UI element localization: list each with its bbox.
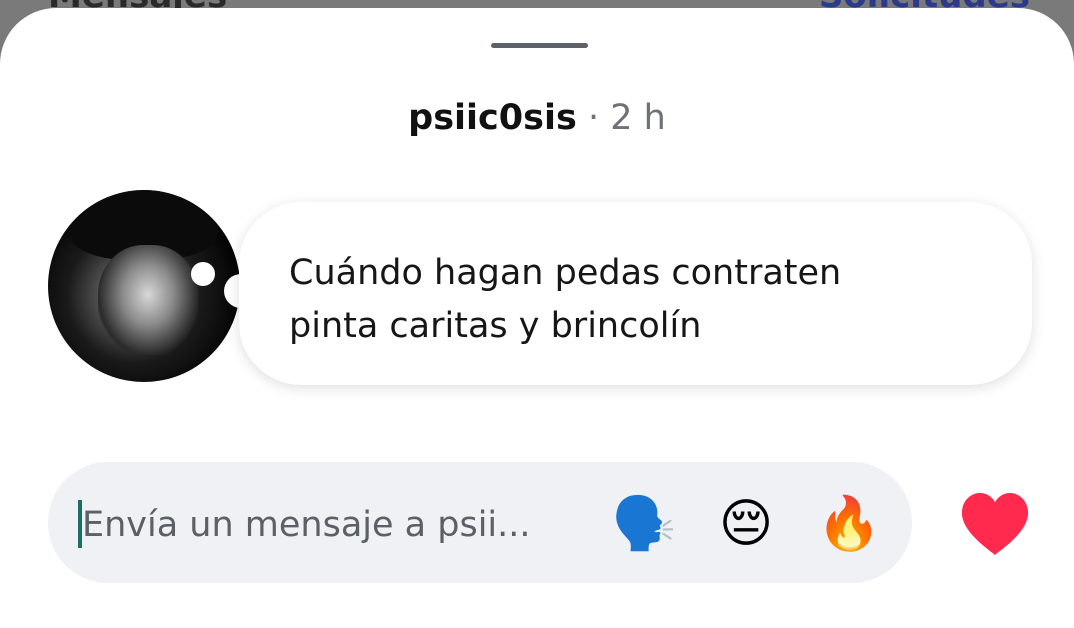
username[interactable]: psiic0sis (408, 98, 577, 138)
like-button[interactable] (958, 488, 1032, 562)
pensive-face-emoji-button[interactable]: 😔 (712, 490, 780, 558)
message-input[interactable] (82, 497, 562, 553)
story-reply-header: psiic0sis · 2 h (0, 98, 1074, 138)
separator-dot: · (587, 98, 600, 138)
fire-emoji-button[interactable]: 🔥 (815, 490, 883, 558)
speaking-head-emoji-button[interactable]: 🗣️ (610, 490, 678, 558)
timestamp: 2 h (610, 98, 666, 138)
heart-icon (961, 493, 1029, 555)
bubble-tail-dot (191, 262, 215, 286)
drag-handle[interactable] (491, 43, 588, 48)
message-line: pinta caritas y brincolín (289, 306, 702, 346)
message-text: Cuándo hagan pedas contraten pinta carit… (289, 247, 989, 353)
avatar[interactable] (48, 190, 240, 382)
message-line: Cuándo hagan pedas contraten (289, 253, 842, 293)
